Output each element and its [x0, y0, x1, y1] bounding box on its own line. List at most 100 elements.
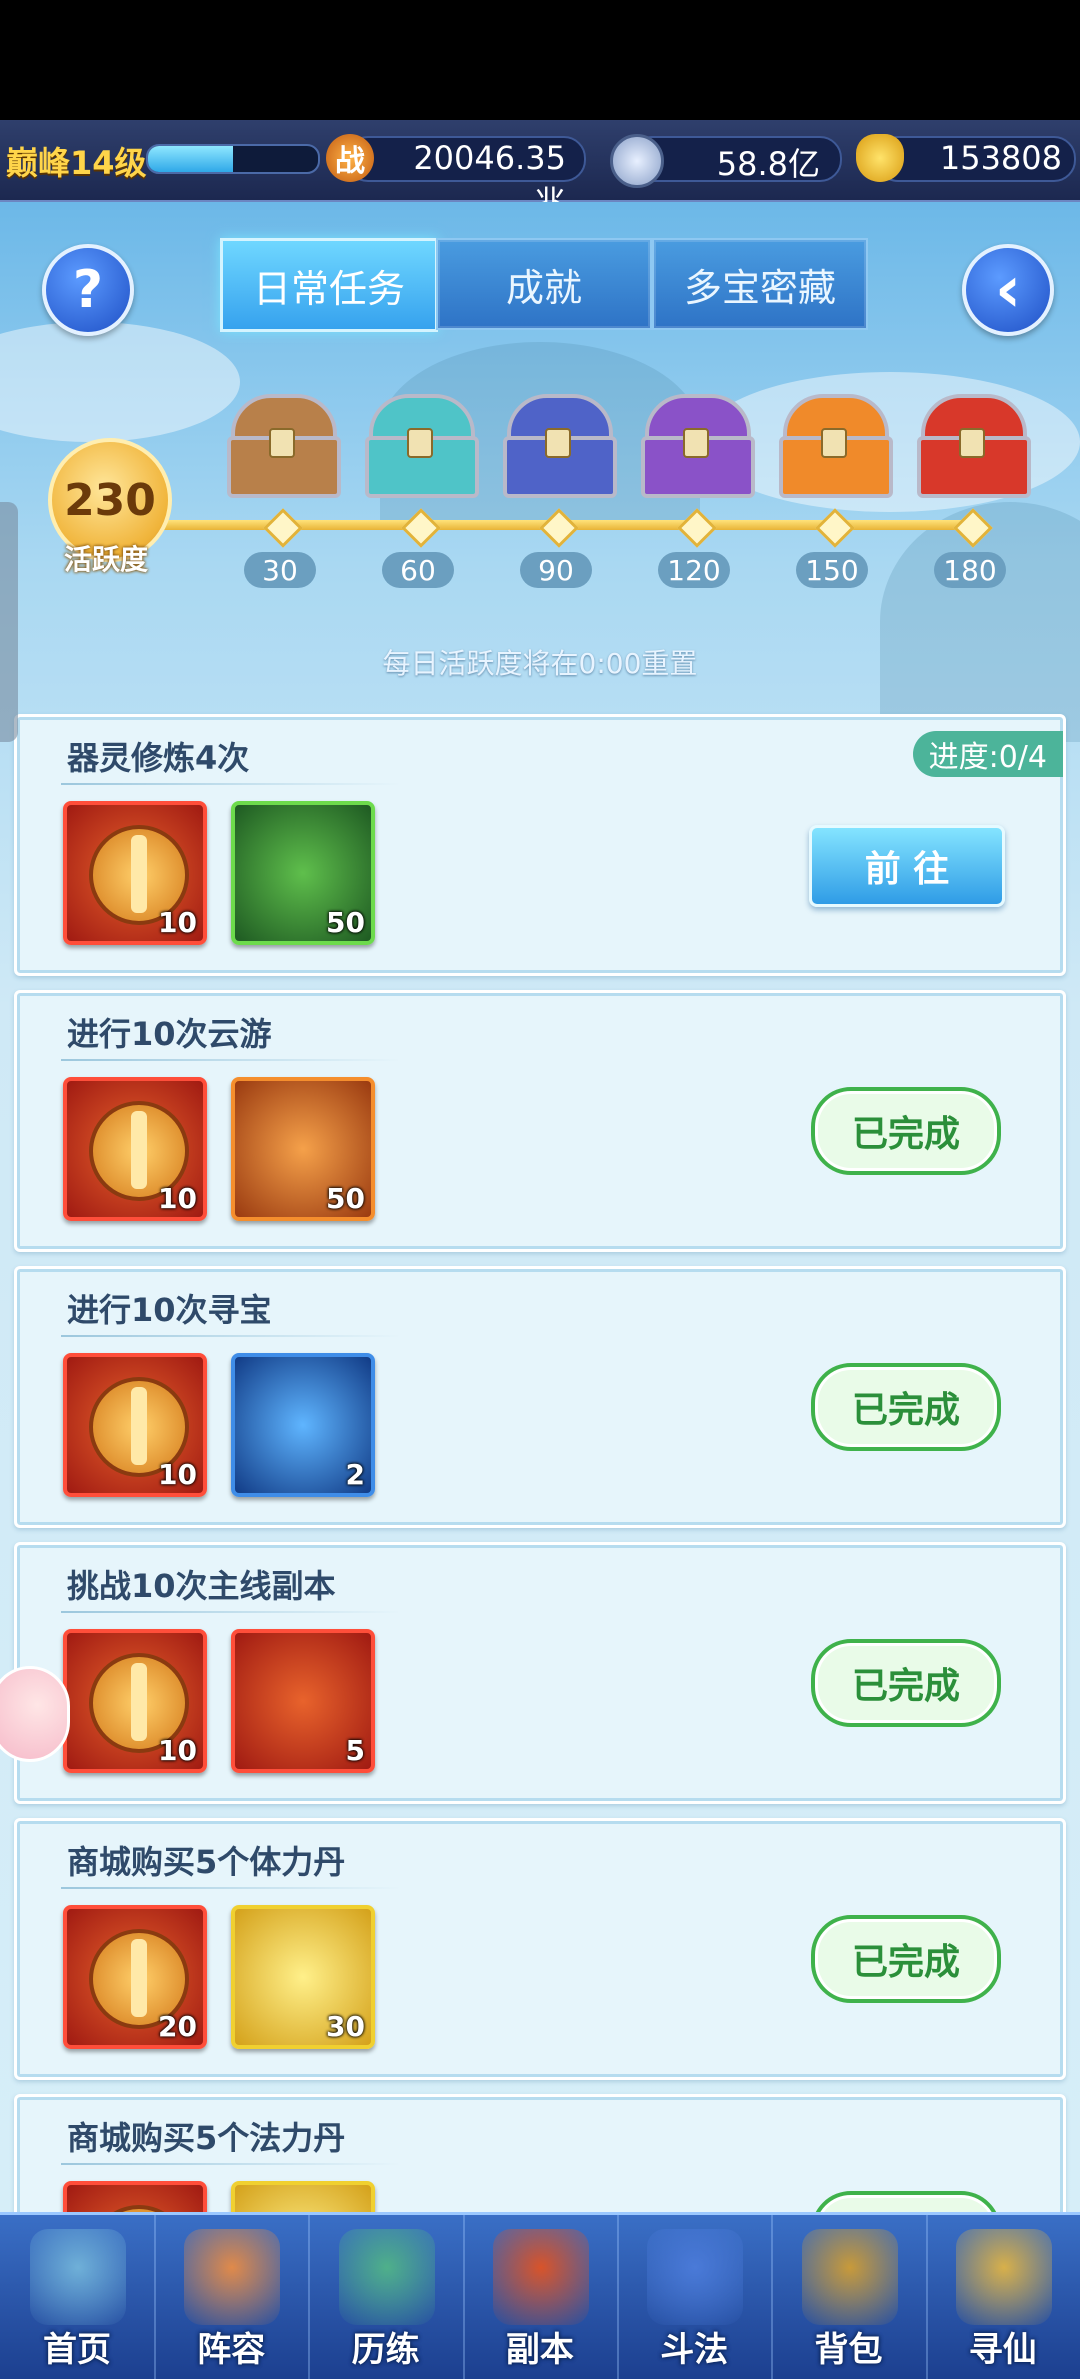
go-button[interactable]: 前 往: [809, 825, 1005, 907]
nav-label: 寻仙: [968, 2330, 1037, 2370]
reward-count: 50: [326, 1182, 365, 1215]
reward-item-gold[interactable]: [231, 2181, 375, 2212]
nav-item-2[interactable]: 历练: [309, 2215, 465, 2379]
nav-label: 阵容: [197, 2330, 266, 2370]
help-icon: ?: [72, 260, 104, 320]
treasure-chest-icon[interactable]: [777, 394, 893, 498]
completed-badge: 已完成: [811, 2191, 1001, 2212]
reward-item-sword[interactable]: 20: [63, 1905, 207, 2049]
nav-item-4[interactable]: 斗法: [617, 2215, 774, 2379]
level-progress-bar: [146, 144, 320, 174]
bottom-navigation: 首页 阵容 历练 副本 斗法 背包 寻仙: [0, 2212, 1080, 2379]
reward-count: 10: [158, 1734, 197, 1767]
title-divider: [61, 1335, 401, 1337]
reward-item-herb[interactable]: 50: [231, 801, 375, 945]
nav-item-1[interactable]: 阵容: [154, 2215, 311, 2379]
title-divider: [61, 1611, 401, 1613]
treasure-chest-icon[interactable]: [915, 394, 1031, 498]
coin-value: 58.8亿: [716, 145, 820, 183]
task-title: 器灵修炼4次: [67, 739, 250, 777]
reward-item-sword[interactable]: 10: [63, 1353, 207, 1497]
gold-display: 153808: [856, 134, 1076, 184]
title-divider: [61, 783, 401, 785]
reward-item-sword[interactable]: 10: [63, 1077, 207, 1221]
reward-count: 50: [326, 906, 365, 939]
completed-badge: 已完成: [811, 1915, 1001, 2003]
nav-label: 副本: [505, 2330, 574, 2370]
task-title: 挑战10次主线副本: [67, 1567, 336, 1605]
reward-count: 10: [158, 1182, 197, 1215]
home-icon: [30, 2229, 126, 2325]
gold-ingot-icon: [856, 134, 904, 182]
main-panel: ? ‹ 日常任务 成就 多宝密藏 30 60 90 120 150 180 2 30 活跃度…: [0, 202, 1080, 2212]
title-divider: [61, 1887, 401, 1889]
reset-notice: 每日活跃度将在0:00重置: [382, 647, 698, 680]
task-card: 商城购买5个法力丹已完成: [14, 2094, 1066, 2212]
completed-badge: 已完成: [811, 1639, 1001, 1727]
milestone-label: 150: [796, 552, 868, 588]
side-pull-tab[interactable]: [0, 502, 18, 742]
battle-icon: [647, 2229, 744, 2325]
reward-count: 10: [158, 1458, 197, 1491]
nav-label: 背包: [814, 2330, 883, 2370]
milestone-marker: [263, 508, 303, 548]
milestone-label: 30: [244, 552, 316, 588]
reward-count: 5: [345, 1734, 365, 1767]
nav-item-6[interactable]: 寻仙: [926, 2215, 1080, 2379]
treasure-chest-icon[interactable]: [363, 394, 479, 498]
nav-label: 首页: [43, 2330, 111, 2370]
dungeon-icon: [492, 2229, 589, 2325]
help-button[interactable]: ?: [42, 244, 134, 336]
nav-label: 斗法: [660, 2330, 729, 2370]
back-button[interactable]: ‹: [962, 244, 1054, 336]
reward-item-sword[interactable]: 10: [63, 1629, 207, 1773]
completed-badge: 已完成: [811, 1087, 1001, 1175]
lineup-icon: [184, 2229, 281, 2325]
treasure-chest-icon[interactable]: [501, 394, 617, 498]
floating-assistant-avatar[interactable]: [0, 1666, 70, 1762]
task-card: 进行10次云游 10 50 已完成: [14, 990, 1066, 1252]
reward-item-mask[interactable]: 5: [231, 1629, 375, 1773]
title-divider: [61, 2163, 401, 2165]
task-title: 商城购买5个法力丹: [67, 2119, 346, 2157]
reward-item-gold[interactable]: 30: [231, 1905, 375, 2049]
treasure-chest-icon[interactable]: [639, 394, 755, 498]
bag-icon: [801, 2229, 898, 2325]
milestone-label: 90: [520, 552, 592, 588]
treasure-chest-icon[interactable]: [225, 394, 341, 498]
task-card: 挑战10次主线副本 10 5 已完成: [14, 1542, 1066, 1804]
cloud-decoration: [0, 322, 240, 442]
tab-daily-tasks[interactable]: 日常任务: [220, 238, 438, 332]
reward-count: 20: [158, 2010, 197, 2043]
nav-item-0[interactable]: 首页: [0, 2215, 156, 2379]
reward-item-bottle[interactable]: 2: [231, 1353, 375, 1497]
sword-emblem-icon: [89, 2205, 189, 2212]
milestone-label: 180: [934, 552, 1006, 588]
milestone-label: 120: [658, 552, 730, 588]
nav-item-5[interactable]: 背包: [772, 2215, 928, 2379]
completed-badge: 已完成: [811, 1363, 1001, 1451]
task-title: 商城购买5个体力丹: [67, 1843, 346, 1881]
reward-count: 30: [326, 2010, 365, 2043]
title-divider: [61, 1059, 401, 1061]
task-progress-tag: 进度:0/4: [912, 731, 1063, 777]
coin-icon: [610, 134, 664, 188]
reward-count: 10: [158, 906, 197, 939]
training-icon: [338, 2229, 435, 2325]
reward-item-sword[interactable]: [63, 2181, 207, 2212]
tab-treasure-hoard[interactable]: 多宝密藏: [652, 238, 868, 330]
reward-item-peach[interactable]: 50: [231, 1077, 375, 1221]
top-black-band: [0, 0, 1080, 120]
nav-item-3[interactable]: 副本: [463, 2215, 619, 2379]
power-display: 战 20046.35兆: [326, 134, 586, 221]
task-card: 器灵修炼4次 10 50 进度:0/4 前 往: [14, 714, 1066, 976]
milestone-label: 60: [382, 552, 454, 588]
coin-display: 58.8亿: [610, 134, 842, 188]
reward-item-sword[interactable]: 10: [63, 801, 207, 945]
task-title: 进行10次寻宝: [67, 1291, 272, 1329]
level-progress-fill: [148, 146, 233, 172]
gold-value: 153808: [939, 139, 1062, 177]
task-card: 商城购买5个体力丹 20 30 已完成: [14, 1818, 1066, 2080]
tab-achievements[interactable]: 成就: [436, 238, 652, 330]
level-label: 巅峰14级: [6, 144, 147, 182]
